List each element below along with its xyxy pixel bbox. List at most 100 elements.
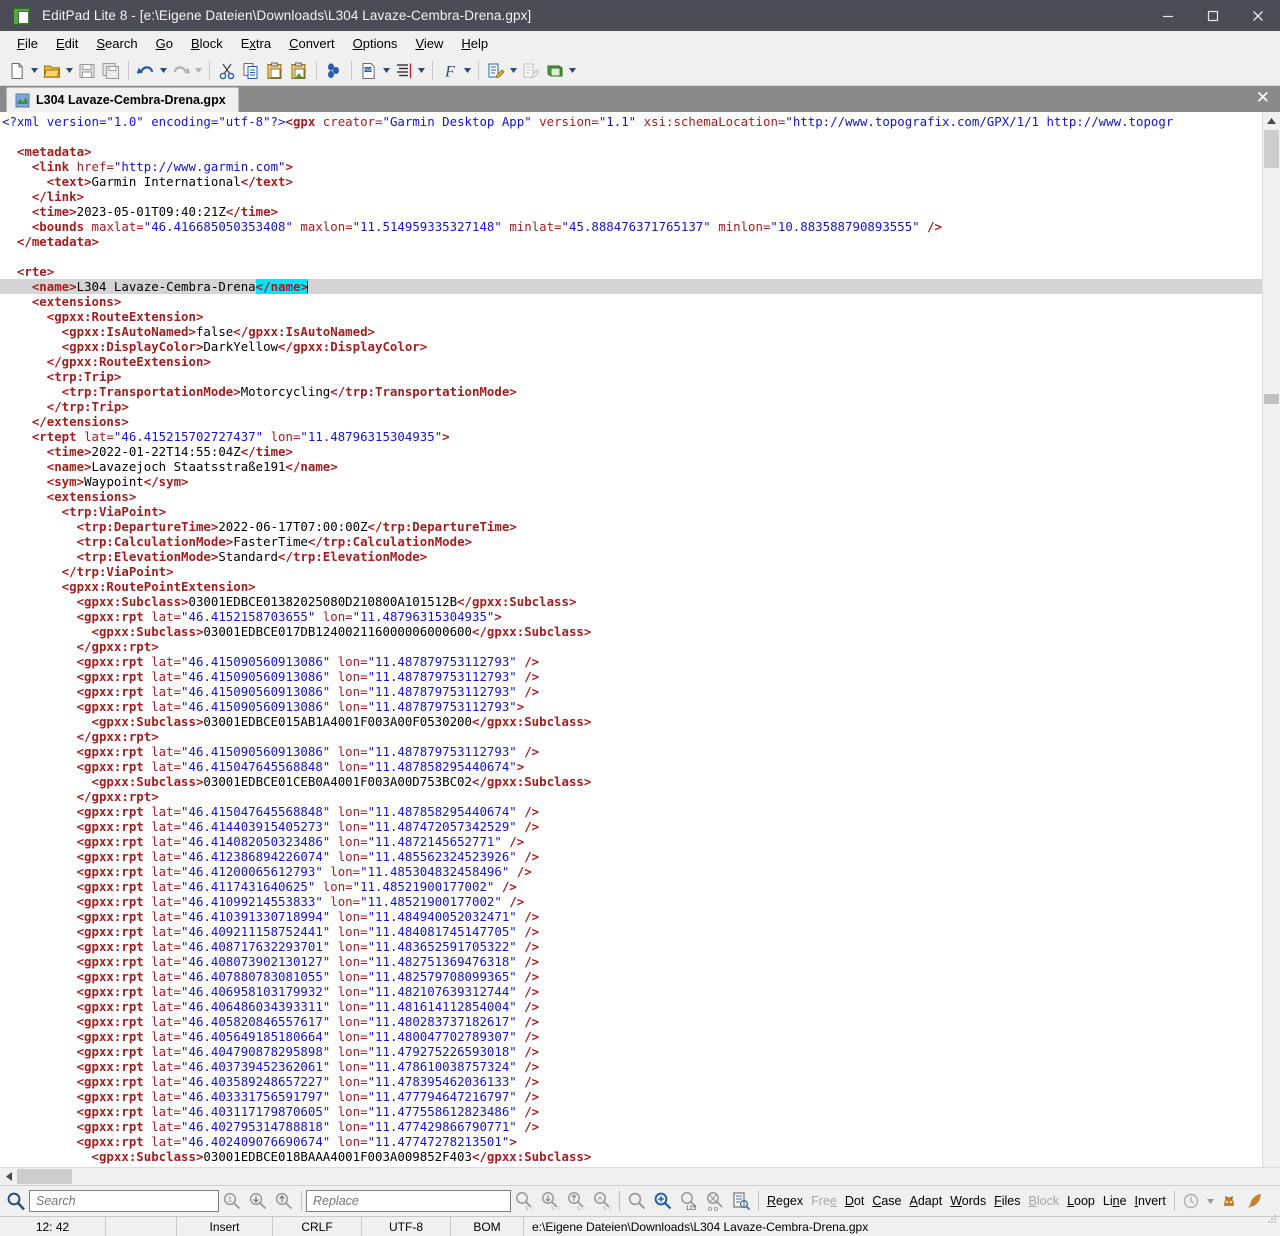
code-line[interactable]: <link href="http://www.garmin.com"> xyxy=(0,159,1262,174)
find-previous-icon[interactable] xyxy=(271,1188,297,1214)
code-line[interactable]: <gpxx:DisplayColor>DarkYellow</gpxx:Disp… xyxy=(0,339,1262,354)
code-line[interactable]: <gpxx:rpt lat="46.406958103179932" lon="… xyxy=(0,984,1262,999)
undo-icon[interactable] xyxy=(134,59,158,83)
code-line[interactable]: </gpxx:RouteExtension> xyxy=(0,354,1262,369)
horizontal-scrollbar[interactable] xyxy=(0,1167,1280,1185)
option-words[interactable]: Words xyxy=(946,1194,990,1208)
print-icon[interactable]: PDF xyxy=(357,59,381,83)
new-file-dropdown-icon[interactable] xyxy=(29,59,40,83)
code-line[interactable]: <gpxx:rpt lat="46.414403915405273" lon="… xyxy=(0,819,1262,834)
no-syntax-icon[interactable] xyxy=(519,59,543,83)
code-text[interactable]: <?xml version="1.0" encoding="utf-8"?><g… xyxy=(0,112,1262,1167)
maximize-button[interactable] xyxy=(1190,0,1235,31)
menu-file[interactable]: File xyxy=(8,33,47,54)
redo-dropdown-icon[interactable] xyxy=(193,59,204,83)
replace-next-icon[interactable]: S→R xyxy=(537,1188,563,1214)
undo-dropdown-icon[interactable] xyxy=(158,59,169,83)
search-icon[interactable] xyxy=(3,1188,29,1214)
code-line[interactable]: <gpxx:Subclass>03001EDBCE01CEB0A4001F003… xyxy=(0,774,1262,789)
code-line[interactable]: <bounds maxlat="46.416685050353408" maxl… xyxy=(0,219,1262,234)
close-button[interactable] xyxy=(1235,0,1280,31)
code-line[interactable]: <gpxx:Subclass>03001EDBCE01382025080D210… xyxy=(0,594,1262,609)
title-bar[interactable]: EditPad Lite 8 - [e:\Eigene Dateien\Down… xyxy=(0,0,1280,31)
code-line[interactable]: </gpxx:rpt> xyxy=(0,789,1262,804)
code-line[interactable]: <rte> xyxy=(0,264,1262,279)
open-file-icon[interactable] xyxy=(40,59,64,83)
search-input-wrap[interactable] xyxy=(29,1190,219,1212)
code-line[interactable]: <gpxx:rpt lat="46.408717632293701" lon="… xyxy=(0,939,1262,954)
resize-grip-icon[interactable] xyxy=(1266,1213,1278,1225)
code-line[interactable]: <gpxx:rpt lat="46.415047645568848" lon="… xyxy=(0,804,1262,819)
code-line[interactable]: <gpxx:rpt lat="46.41099214553833" lon="1… xyxy=(0,894,1262,909)
code-line[interactable] xyxy=(0,249,1262,264)
redo-icon[interactable] xyxy=(169,59,193,83)
code-line[interactable]: <gpxx:Subclass>03001EDBCE017DB1240021160… xyxy=(0,624,1262,639)
save-all-icon[interactable] xyxy=(99,59,123,83)
code-line[interactable]: </trp:Trip> xyxy=(0,399,1262,414)
compare-files-icon[interactable] xyxy=(322,59,346,83)
replace-all-icon[interactable]: AS→R xyxy=(589,1188,615,1214)
option-files[interactable]: Files xyxy=(990,1194,1024,1208)
menu-view[interactable]: View xyxy=(406,33,452,54)
code-line[interactable]: </trp:ViaPoint> xyxy=(0,564,1262,579)
code-line[interactable]: <gpxx:rpt lat="46.403331756591797" lon="… xyxy=(0,1089,1262,1104)
code-line[interactable]: <gpxx:rpt lat="46.405820846557617" lon="… xyxy=(0,1014,1262,1029)
menu-edit[interactable]: Edit xyxy=(47,33,87,54)
code-line[interactable]: <gpxx:RouteExtension> xyxy=(0,309,1262,324)
count-matches-icon[interactable]: 123 xyxy=(676,1188,702,1214)
code-line[interactable]: <gpxx:IsAutoNamed>false</gpxx:IsAutoName… xyxy=(0,324,1262,339)
option-case[interactable]: Case xyxy=(868,1194,905,1208)
code-line[interactable]: <gpxx:rpt lat="46.4117431640625" lon="11… xyxy=(0,879,1262,894)
code-line[interactable]: </gpxx:rpt> xyxy=(0,639,1262,654)
code-line[interactable]: <gpxx:rpt lat="46.4152158703655" lon="11… xyxy=(0,609,1262,624)
code-line[interactable]: <trp:DepartureTime>2022-06-17T07:00:00Z<… xyxy=(0,519,1262,534)
code-line[interactable]: <gpxx:rpt lat="46.41200065612793" lon="1… xyxy=(0,864,1262,879)
code-line[interactable]: <rtept lat="46.415215702727437" lon="11.… xyxy=(0,429,1262,444)
copy-icon[interactable] xyxy=(239,59,263,83)
search-input[interactable] xyxy=(34,1193,214,1209)
line-numbers-icon[interactable] xyxy=(392,59,416,83)
code-line[interactable]: <text>Garmin International</text> xyxy=(0,174,1262,189)
option-invert[interactable]: Invert xyxy=(1131,1194,1170,1208)
menu-search[interactable]: Search xyxy=(87,33,146,54)
code-line[interactable]: <gpxx:rpt lat="46.412386894226074" lon="… xyxy=(0,849,1262,864)
code-line[interactable]: <gpxx:RoutePointExtension> xyxy=(0,579,1262,594)
code-line[interactable]: <gpxx:rpt lat="46.415047645568848" lon="… xyxy=(0,759,1262,774)
tab-gpx-file[interactable]: L304 Lavaze-Cembra-Drena.gpx xyxy=(6,87,239,112)
code-line[interactable]: <gpxx:rpt lat="46.409211158752441" lon="… xyxy=(0,924,1262,939)
code-line[interactable]: <time>2023-05-01T09:40:21Z</time> xyxy=(0,204,1262,219)
code-line[interactable]: <gpxx:rpt lat="46.407880783081055" lon="… xyxy=(0,969,1262,984)
code-line[interactable]: <gpxx:rpt lat="46.415090560913086" lon="… xyxy=(0,699,1262,714)
line-numbers-dropdown-icon[interactable] xyxy=(416,59,427,83)
code-line[interactable]: <gpxx:rpt lat="46.403589248657227" lon="… xyxy=(0,1074,1262,1089)
menu-block[interactable]: Block xyxy=(182,33,232,54)
menu-convert[interactable]: Convert xyxy=(280,33,344,54)
code-line[interactable]: <gpxx:rpt lat="46.414082050323486" lon="… xyxy=(0,834,1262,849)
code-line[interactable]: <gpxx:rpt lat="46.408073902130127" lon="… xyxy=(0,954,1262,969)
code-line[interactable]: <name>L304 Lavaze-Cembra-Drena</name> xyxy=(0,279,1262,294)
print-dropdown-icon[interactable] xyxy=(381,59,392,83)
vertical-scrollbar[interactable] xyxy=(1262,112,1280,1167)
find-add-icon[interactable] xyxy=(650,1188,676,1214)
code-line[interactable]: <gpxx:rpt lat="46.415090560913086" lon="… xyxy=(0,669,1262,684)
editpad-dropdown-icon[interactable] xyxy=(567,59,578,83)
code-line[interactable]: <gpxx:rpt lat="46.406486034393311" lon="… xyxy=(0,999,1262,1014)
code-line[interactable]: <trp:CalculationMode>FasterTime</trp:Cal… xyxy=(0,534,1262,549)
code-line[interactable]: <trp:ViaPoint> xyxy=(0,504,1262,519)
code-line[interactable]: <name>Lavazejoch Staatsstraße191</name> xyxy=(0,459,1262,474)
open-file-dropdown-icon[interactable] xyxy=(64,59,75,83)
option-regex[interactable]: Regex xyxy=(763,1194,807,1208)
history-icon[interactable] xyxy=(1179,1188,1205,1214)
code-line[interactable]: <extensions> xyxy=(0,489,1262,504)
find-first-icon[interactable]: 1 xyxy=(219,1188,245,1214)
scroll-up-icon[interactable] xyxy=(1263,112,1280,129)
code-line[interactable]: <gpxx:Subclass>03001EDBCE015AB1A4001F003… xyxy=(0,714,1262,729)
code-line[interactable]: <gpxx:Subclass>03001EDBCE018BAAA4001F003… xyxy=(0,1149,1262,1164)
code-line[interactable]: <gpxx:rpt lat="46.415090560913086" lon="… xyxy=(0,654,1262,669)
code-line[interactable]: <gpxx:rpt lat="46.415090560913086" lon="… xyxy=(0,684,1262,699)
list-matches-icon[interactable] xyxy=(728,1188,754,1214)
code-line[interactable]: <trp:ElevationMode>Standard</trp:Elevati… xyxy=(0,549,1262,564)
code-line[interactable]: <gpxx:rpt lat="46.405649185180664" lon="… xyxy=(0,1029,1262,1044)
replace-input[interactable] xyxy=(311,1193,506,1209)
horizontal-scroll-thumb[interactable] xyxy=(17,1169,72,1184)
